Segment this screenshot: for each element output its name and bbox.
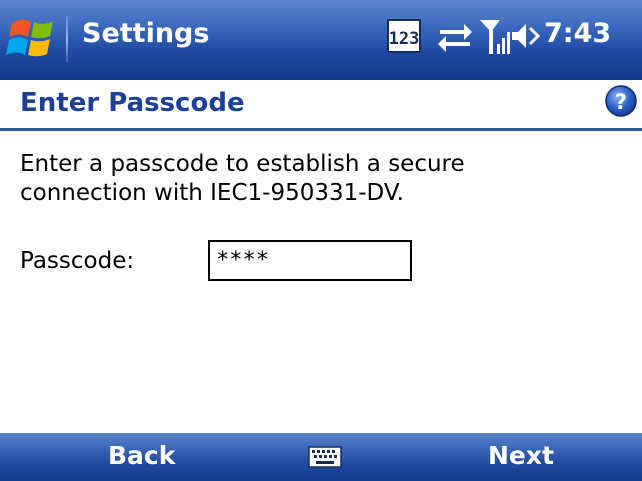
app-title: Settings [82,18,210,49]
help-icon[interactable]: ? [604,84,638,118]
sync-arrows-icon[interactable] [436,16,474,56]
clock[interactable]: 7:43 [544,18,611,49]
svg-text:?: ? [615,90,627,114]
input-123-icon[interactable]: 123 [386,16,422,56]
title-bar: Settings 123 7:43 [0,0,642,80]
next-button[interactable]: Next [488,441,554,470]
svg-text:123: 123 [389,29,420,49]
page-title: Enter Passcode [20,88,245,118]
menu-bar: Back Next [0,433,642,481]
signal-strength-icon[interactable] [478,16,512,56]
windows-start-icon[interactable] [4,9,62,67]
passcode-label: Passcode: [20,248,135,274]
keyboard-icon[interactable] [308,446,342,468]
speaker-icon[interactable] [508,16,544,56]
passcode-input[interactable] [208,240,412,281]
instructions-text: Enter a passcode to establish a secure c… [20,151,465,206]
title-separator [66,16,68,62]
back-button[interactable]: Back [108,441,175,470]
header-divider [0,128,642,131]
page-header: Enter Passcode ? [0,80,642,130]
